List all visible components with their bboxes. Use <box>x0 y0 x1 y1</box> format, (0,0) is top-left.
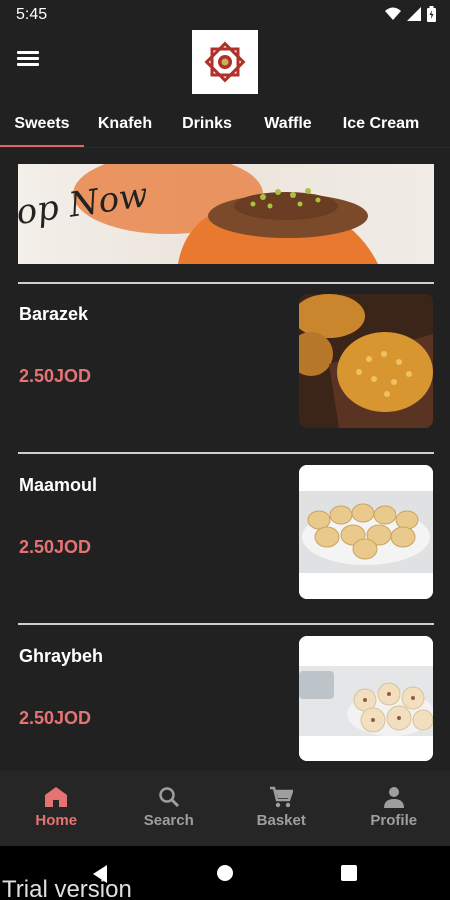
divider <box>18 282 434 284</box>
item-name: Ghraybeh <box>19 646 104 666</box>
cart-icon <box>270 786 294 808</box>
nav-search[interactable]: Search <box>113 771 226 846</box>
home-icon <box>45 787 68 807</box>
logo-emblem-icon <box>204 41 246 83</box>
status-time: 5:45 <box>16 6 48 23</box>
nav-profile[interactable]: Profile <box>338 771 450 846</box>
ghraybeh-image <box>299 636 433 761</box>
nav-home[interactable]: Home <box>0 771 113 846</box>
menu-item-maamoul[interactable]: Maamoul 2.50JOD <box>0 465 450 615</box>
menu-icon-line <box>17 57 39 60</box>
item-name: Maamoul <box>19 475 98 495</box>
item-price: 2.50JOD <box>19 537 92 557</box>
tab-ice-cream[interactable]: Ice Cream <box>328 100 434 148</box>
divider <box>18 452 434 454</box>
nav-label: Basket <box>256 812 306 829</box>
menu-item-ghraybeh[interactable]: Ghraybeh 2.50JOD <box>0 636 450 786</box>
recents-icon[interactable] <box>340 864 358 882</box>
maamoul-image <box>299 465 433 599</box>
divider <box>18 623 434 625</box>
wifi-icon <box>385 7 401 20</box>
nav-basket[interactable]: Basket <box>225 771 338 846</box>
item-price: 2.50JOD <box>19 366 92 386</box>
item-price: 2.50JOD <box>19 708 92 728</box>
brand-logo <box>192 30 258 94</box>
menu-icon-line <box>17 63 39 66</box>
nav-label: Search <box>143 812 194 829</box>
barazek-image <box>299 294 433 428</box>
menu-item-barazek[interactable]: Barazek 2.50JOD <box>0 294 450 444</box>
tab-knafeh[interactable]: Knafeh <box>84 100 166 148</box>
tab-drinks[interactable]: Drinks <box>166 100 248 148</box>
status-icons <box>385 6 436 22</box>
category-tabs: Sweets Knafeh Drinks Waffle Ice Cream <box>0 100 450 148</box>
status-bar: 5:45 <box>0 0 450 30</box>
trial-watermark: Trial version <box>2 876 132 900</box>
app-bar <box>0 30 450 94</box>
signal-icon <box>407 7 421 21</box>
nav-label: Profile <box>370 812 418 829</box>
search-icon <box>159 787 179 808</box>
menu-icon-line <box>17 51 39 54</box>
tabs-divider <box>0 147 450 148</box>
battery-icon <box>427 6 436 22</box>
person-icon <box>383 787 404 808</box>
tab-sweets[interactable]: Sweets <box>0 100 84 148</box>
bottom-navigation: Home Search Basket Profile <box>0 771 450 846</box>
tab-waffle[interactable]: Waffle <box>248 100 328 148</box>
item-name: Barazek <box>19 304 89 324</box>
promo-banner[interactable]: op Now <box>18 164 434 264</box>
menu-button[interactable] <box>14 48 42 76</box>
nav-label: Home <box>35 812 78 829</box>
home-button-icon[interactable] <box>216 864 234 882</box>
